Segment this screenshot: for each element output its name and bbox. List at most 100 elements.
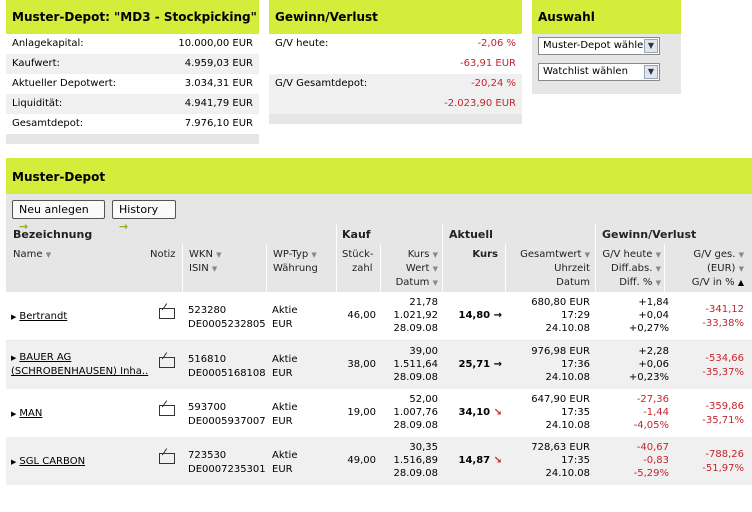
security-link-cont[interactable]: (SCHROBENHAUSEN) Inha.. [11, 366, 148, 377]
row-akurs: 14,87 ↘ [458, 455, 502, 466]
col-stueck: Stück- [342, 249, 374, 260]
note-edit-icon[interactable] [159, 308, 175, 319]
gv-today-label: G/V heute: [275, 38, 329, 49]
row-kauf: 39,00 1.511,64 28.09.08 [393, 346, 438, 383]
row-aktuell: 680,80 EUR 17:29 24.10.08 [531, 297, 590, 334]
sort-down-icon: ▼ [655, 251, 661, 259]
sort-down-icon: ▼ [311, 251, 317, 259]
trend-arrow-icon: → [493, 359, 502, 370]
row-gv-heute: +2,28 +0,06 +0,23% [628, 346, 669, 383]
group-bezeichnung: Bezeichnung [13, 228, 93, 241]
depot-summary-row: Aktueller Depotwert: 3.034,31 EUR [6, 74, 259, 94]
depot-summary-label: Aktueller Depotwert: [12, 78, 117, 89]
trend-arrow-icon: → [493, 310, 502, 321]
sort-down-icon: ▼ [738, 265, 744, 273]
depot-summary-value: 3.034,31 EUR [184, 78, 253, 89]
security-link[interactable]: MAN [19, 408, 42, 419]
col-datum-sort[interactable]: Datum ▼ [382, 276, 438, 290]
depot-summary-row: Liquidität: 4.941,79 EUR [6, 94, 259, 114]
col-gesamtwert-sort[interactable]: Gesamtwert ▼ [506, 248, 590, 262]
note-edit-icon[interactable] [159, 357, 175, 368]
depot-summary-box: Muster-Depot: "MD3 - Stockpicking" Anlag… [6, 0, 259, 144]
depot-summary-row: Anlagekapital: 10.000,00 EUR [6, 34, 259, 54]
row-gv-ges: -341,12 -33,38% [702, 304, 744, 329]
row-name[interactable]: ▶ MAN [11, 407, 151, 421]
row-typ: Aktie EUR [272, 354, 298, 379]
col-stueck2: zahl [352, 263, 373, 274]
sort-down-icon: ▼ [655, 265, 661, 273]
row-gv-heute: -27,36 -1,44 -4,05% [633, 394, 669, 431]
row-name[interactable]: ▶ SGL CARBON [11, 455, 151, 469]
header-divider [664, 244, 665, 292]
row-wkn: 723530 DE0007235301 [188, 450, 266, 475]
expand-icon: ▶ [11, 313, 17, 321]
col-gvinpct-sort[interactable]: G/V in % ▲ [666, 276, 744, 290]
row-gv-ges: -359,86 -35,71% [702, 401, 744, 426]
col-kurs-sort[interactable]: Kurs ▼ [382, 248, 438, 262]
row-akurs: 34,10 ↘ [458, 407, 502, 418]
sort-down-icon: ▼ [432, 279, 438, 287]
row-gv-ges: -788,26 -51,97% [702, 449, 744, 474]
col-name-sort[interactable]: Name ▼ [13, 248, 51, 262]
header-divider [266, 244, 267, 292]
col-wert-sort[interactable]: Wert ▼ [382, 262, 438, 276]
col-adatum: Datum [556, 277, 590, 288]
col-gvges-sort[interactable]: G/V ges. ▼ [666, 248, 744, 262]
gv-total-abs: -2.023,90 EUR [444, 98, 516, 109]
depot-summary-label: Liquidität: [12, 98, 63, 109]
sort-down-icon: ▼ [584, 251, 590, 259]
new-depot-button[interactable]: Neu anlegen → [12, 200, 105, 233]
row-stueck: 46,00 [347, 310, 376, 321]
depot-summary-row: Gesamtdepot: 7.976,10 EUR [6, 114, 259, 134]
sort-down-icon: ▼ [738, 251, 744, 259]
gv-total-label: G/V Gesamtdepot: [275, 78, 368, 89]
row-akurs: 25,71 → [458, 359, 502, 370]
col-wkn-sort[interactable]: WKN ▼ [189, 248, 222, 262]
sort-up-icon: ▲ [737, 278, 744, 287]
col-isin-sort[interactable]: ISIN ▼ [189, 262, 217, 276]
chevron-down-icon[interactable]: ▼ [644, 39, 658, 53]
row-name[interactable]: ▶ Bertrandt [11, 310, 151, 324]
row-typ: Aktie EUR [272, 305, 298, 330]
gv-total-pct: -20,24 % [471, 78, 516, 89]
header-divider [442, 224, 443, 292]
security-link[interactable]: SGL CARBON [19, 456, 85, 467]
depot-summary-rows: Anlagekapital: 10.000,00 EUR Kaufwert: 4.95… [6, 34, 259, 134]
depot-summary-value: 4.959,03 EUR [184, 58, 253, 69]
gv-today-row: G/V heute: -2,06 % [269, 34, 522, 54]
depot-select[interactable]: Muster-Depot wählen ▼ [538, 37, 660, 55]
depot-summary-title: Muster-Depot: "MD3 - Stockpicking" [6, 0, 259, 34]
row-name[interactable]: ▶ BAUER AG (SCHROBENHAUSEN) Inha.. [11, 351, 151, 379]
note-edit-icon[interactable] [159, 405, 175, 416]
depot-summary-value: 10.000,00 EUR [178, 38, 253, 49]
row-aktuell: 647,90 EUR 17:35 24.10.08 [531, 394, 590, 431]
row-akurs: 14,80 → [458, 310, 502, 321]
group-aktuell: Aktuell [449, 228, 493, 241]
header-divider [336, 224, 337, 292]
watchlist-select[interactable]: Watchlist wählen ▼ [538, 63, 660, 81]
col-diffabs-sort[interactable]: Diff.abs. ▼ [597, 262, 661, 276]
col-wptyp-sort[interactable]: WP-Typ ▼ [273, 248, 317, 262]
expand-icon: ▶ [11, 458, 17, 466]
history-button[interactable]: History → [112, 200, 176, 233]
col-gvheute-sort[interactable]: G/V heute ▼ [597, 248, 661, 262]
depot-summary-label: Anlagekapital: [12, 38, 84, 49]
row-stueck: 49,00 [347, 455, 376, 466]
security-link[interactable]: Bertrandt [19, 311, 67, 322]
row-wkn: 523280 DE0005232805 [188, 305, 266, 330]
chevron-down-icon[interactable]: ▼ [644, 65, 658, 79]
depot-summary-value: 7.976,10 EUR [184, 118, 253, 129]
header-divider [182, 244, 183, 292]
security-link[interactable]: BAUER AG [19, 352, 71, 363]
row-kauf: 52,00 1.007,76 28.09.08 [393, 394, 438, 431]
row-kauf: 21,78 1.021,92 28.09.08 [393, 297, 438, 334]
trend-arrow-icon: ↘ [493, 407, 502, 418]
row-stueck: 38,00 [347, 359, 376, 370]
col-diffpct-sort[interactable]: Diff. % ▼ [597, 276, 661, 290]
expand-icon: ▶ [11, 354, 17, 362]
row-aktuell: 728,63 EUR 17:35 24.10.08 [531, 442, 590, 479]
row-aktuell: 976,98 EUR 17:36 24.10.08 [531, 346, 590, 383]
col-notiz: Notiz [150, 249, 176, 260]
sort-down-icon: ▼ [45, 251, 52, 259]
note-edit-icon[interactable] [159, 453, 175, 464]
